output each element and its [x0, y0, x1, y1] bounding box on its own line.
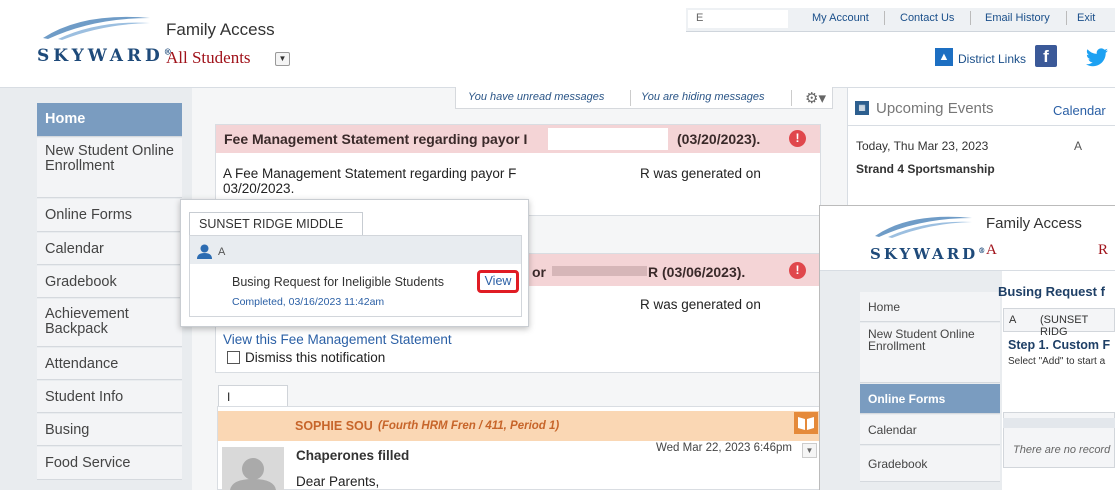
- school-tab[interactable]: SUNSET RIDGE MIDDLE: [189, 212, 363, 236]
- sidebar-item-student-info[interactable]: Student Info: [37, 381, 182, 413]
- overlay-app-title: Family Access: [986, 215, 1082, 232]
- overlay-nav-new-student-online-enrollment[interactable]: New Student Online Enrollment: [860, 323, 1000, 383]
- overlay-nav-gradebook[interactable]: Gradebook: [860, 446, 1000, 482]
- card-title: or: [532, 264, 546, 280]
- course-info: (Fourth HRM Fren / 411, Period 1): [378, 420, 560, 432]
- card-body-text: A Fee Management Statement regarding pay…: [223, 166, 517, 181]
- student-name: A: [218, 246, 226, 258]
- district-links-link[interactable]: District Links: [958, 52, 1026, 66]
- card-body-date: 03/20/2023.: [223, 181, 295, 196]
- overlay-nav-online-forms[interactable]: Online Forms: [860, 384, 1000, 414]
- card-title-date: (03/20/2023).: [677, 131, 761, 147]
- sidebar-item-achievement-backpack[interactable]: Achievement Backpack: [37, 299, 182, 347]
- view-fee-statement-link[interactable]: View this Fee Management Statement: [223, 332, 452, 347]
- student-selector[interactable]: All Students: [166, 48, 251, 68]
- sidebar-item-calendar[interactable]: Calendar: [37, 233, 182, 265]
- overlay-school: (SUNSET RIDG: [1040, 314, 1089, 338]
- overlay-no-records: There are no record: [1013, 444, 1111, 456]
- skyward-logo-swoosh: [875, 216, 972, 238]
- alert-icon: !: [789, 262, 806, 279]
- skyward-logo-swoosh: [43, 16, 150, 40]
- user-name-field: E: [688, 10, 788, 28]
- person-icon: [197, 244, 212, 259]
- redaction: [548, 128, 668, 150]
- sidebar-item-gradebook[interactable]: Gradebook: [37, 266, 182, 298]
- sidebar-item-attendance[interactable]: Attendance: [37, 348, 182, 380]
- student-row: [190, 236, 521, 264]
- sidebar-item-busing[interactable]: Busing: [37, 414, 182, 446]
- form-status: Completed, 03/16/2023 11:42am: [232, 296, 385, 308]
- message-date: Wed Mar 22, 2023 6:46pm: [656, 442, 792, 454]
- divider: [884, 11, 885, 25]
- alert-icon: !: [789, 130, 806, 147]
- card-body-text: R was generated on: [640, 297, 761, 312]
- event-student-initial: A: [1074, 139, 1083, 153]
- unread-messages-link[interactable]: You have unread messages: [468, 91, 604, 103]
- overlay-instruction: Select "Add" to start a: [1008, 356, 1106, 367]
- email-history-link[interactable]: Email History: [985, 12, 1050, 24]
- overlay-student-initial: A: [1009, 314, 1017, 326]
- calendar-icon: ▦: [855, 101, 869, 115]
- sender-name[interactable]: SOPHIE SOU: [295, 419, 373, 433]
- sidebar-item-home[interactable]: Home: [37, 103, 182, 137]
- overlay-nav-home[interactable]: Home: [860, 292, 1000, 322]
- event-date: Today, Thu Mar 23, 2023: [856, 139, 989, 153]
- overlay-student-selector: R: [1098, 242, 1109, 258]
- sidebar-item-online-forms[interactable]: Online Forms: [37, 199, 182, 232]
- divider: [791, 90, 792, 106]
- event-title[interactable]: Strand 4 Sportsmanship: [856, 162, 995, 176]
- district-icon[interactable]: ▲: [935, 48, 953, 66]
- skyward-logo: SKYWARD®: [870, 245, 986, 263]
- message-body: Dear Parents,: [296, 474, 380, 489]
- skyward-logo[interactable]: SKYWARD®: [37, 46, 172, 66]
- form-title: Busing Request for Ineligible Students: [232, 275, 444, 289]
- book-icon: [794, 412, 818, 434]
- card-body-text: R was generated on: [640, 166, 761, 181]
- overlay-left-gutter: [820, 271, 862, 490]
- overlay-form-heading: Busing Request f: [998, 284, 1105, 299]
- avatar: [222, 447, 284, 490]
- card-title: Fee Management Statement regarding payor…: [224, 131, 528, 147]
- twitter-icon[interactable]: [1085, 48, 1109, 68]
- events-title: Upcoming Events: [876, 100, 994, 117]
- sidebar-item-new-student-online-enrollment[interactable]: New Student Online Enrollment: [37, 138, 182, 198]
- dismiss-label: Dismiss this notification: [245, 350, 386, 365]
- hiding-messages-link[interactable]: You are hiding messages: [641, 91, 765, 103]
- chevron-down-icon[interactable]: ▼: [802, 443, 817, 458]
- view-form-link[interactable]: View: [477, 270, 519, 293]
- contact-us-link[interactable]: Contact Us: [900, 12, 954, 24]
- facebook-icon[interactable]: f: [1035, 45, 1057, 67]
- redaction: [552, 266, 647, 276]
- calendar-link[interactable]: Calendar: [1053, 103, 1106, 118]
- dismiss-checkbox[interactable]: [227, 351, 240, 364]
- gear-icon[interactable]: ⚙▾: [805, 89, 826, 107]
- overlay-nav-calendar[interactable]: Calendar: [860, 415, 1000, 445]
- overlay-table-header: [1003, 418, 1115, 428]
- chevron-down-icon[interactable]: ▼: [275, 52, 290, 66]
- overlay-step: Step 1. Custom F: [1008, 338, 1111, 352]
- message-subject: Chaperones filled: [296, 448, 410, 463]
- divider: [970, 11, 971, 25]
- overlay-student-initial: A: [986, 242, 997, 258]
- card-title-date: R (03/06/2023).: [648, 264, 746, 280]
- exit-link[interactable]: Exit: [1077, 12, 1095, 24]
- divider: [1066, 11, 1067, 25]
- app-title: Family Access: [166, 20, 275, 39]
- sidebar-item-food-service[interactable]: Food Service: [37, 447, 182, 480]
- divider: [630, 90, 631, 106]
- message-tab[interactable]: I: [218, 385, 288, 407]
- my-account-link[interactable]: My Account: [812, 12, 869, 24]
